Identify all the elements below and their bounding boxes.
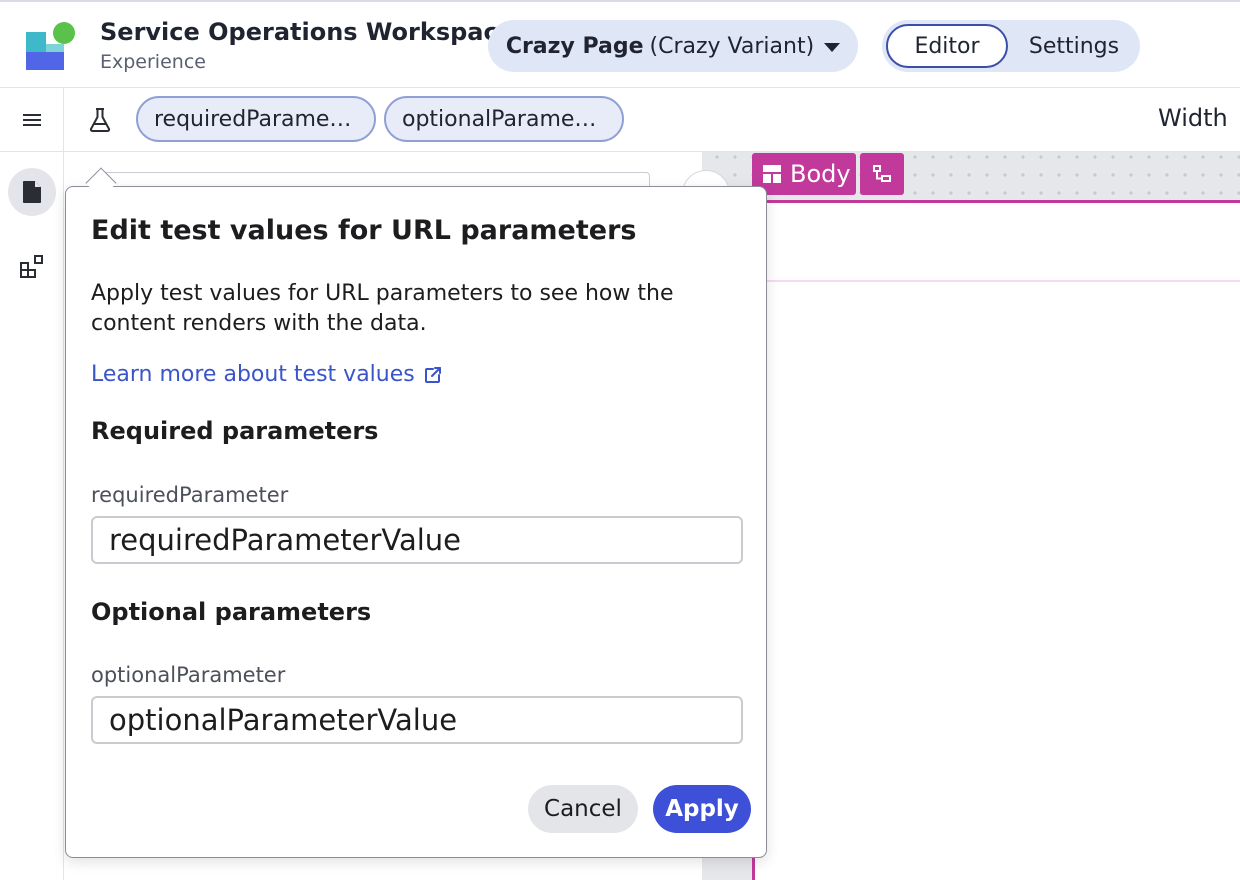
left-rail: [0, 152, 64, 880]
page-variant-selector[interactable]: Crazy Page (Crazy Variant): [488, 20, 858, 72]
cancel-button[interactable]: Cancel: [528, 785, 638, 833]
app-header: Service Operations Workspace Experience …: [0, 0, 1240, 88]
optional-parameter-input[interactable]: [91, 696, 743, 744]
caret-down-icon: [824, 42, 841, 52]
variant-name: (Crazy Variant): [649, 33, 815, 59]
body-layout-icon: [763, 165, 781, 183]
canvas-divider: [755, 280, 1240, 282]
optional-parameters-heading: Optional parameters: [91, 598, 372, 626]
hamburger-icon[interactable]: [0, 88, 64, 152]
required-parameters-heading: Required parameters: [91, 417, 379, 445]
flask-icon[interactable]: [84, 102, 116, 138]
required-parameter-input[interactable]: [91, 516, 743, 564]
mode-switch: Editor Settings: [882, 20, 1140, 72]
optional-parameter-chip[interactable]: optionalParame…: [384, 96, 624, 142]
components-icon[interactable]: [8, 242, 56, 290]
settings-mode-button[interactable]: Settings: [1012, 24, 1136, 68]
editor-mode-button[interactable]: Editor: [886, 24, 1008, 68]
popover-description: Apply test values for URL parameters to …: [91, 281, 674, 336]
page-name: Crazy Page: [505, 33, 644, 59]
test-values-popover: Edit test values for URL parameters Appl…: [65, 186, 767, 858]
popover-title: Edit test values for URL parameters: [91, 215, 637, 246]
app-subtitle: Experience: [100, 51, 206, 73]
required-parameter-label: requiredParameter: [91, 483, 289, 507]
page-icon[interactable]: [8, 168, 56, 216]
learn-more-label: Learn more about test values: [91, 362, 415, 387]
canvas-body-region[interactable]: [752, 200, 1240, 880]
learn-more-link[interactable]: Learn more about test values: [91, 362, 443, 387]
app-title: Service Operations Workspace: [100, 18, 514, 46]
width-label: Width: [1158, 104, 1228, 132]
apply-button[interactable]: Apply: [653, 785, 751, 833]
tree-icon[interactable]: [860, 153, 904, 195]
editor-toolbar: requiredParame… optionalParame… Width: [0, 88, 1240, 152]
optional-parameter-label: optionalParameter: [91, 663, 286, 687]
body-tag-label: Body: [790, 160, 851, 188]
body-tag[interactable]: Body: [752, 153, 856, 195]
required-parameter-chip[interactable]: requiredParame…: [136, 96, 376, 142]
app-logo: [26, 22, 75, 70]
external-link-icon: [424, 366, 441, 383]
